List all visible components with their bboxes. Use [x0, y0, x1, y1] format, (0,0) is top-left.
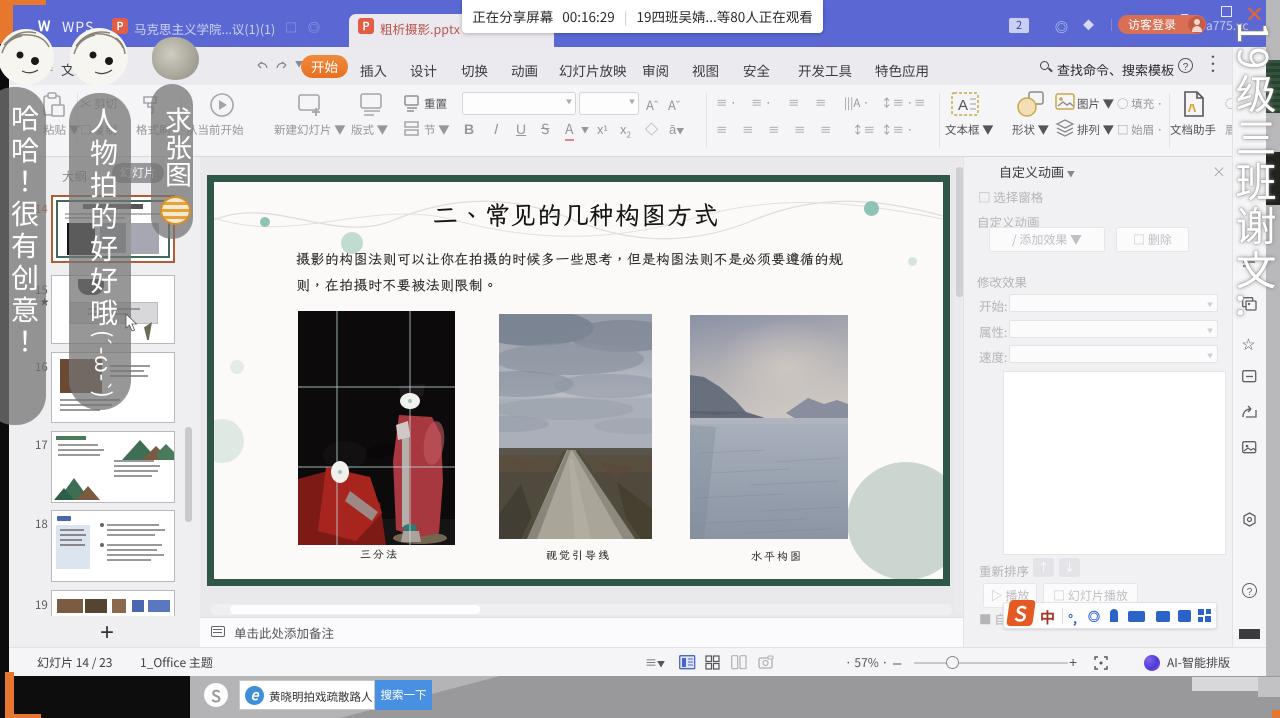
- svg-text:A: A: [958, 97, 968, 114]
